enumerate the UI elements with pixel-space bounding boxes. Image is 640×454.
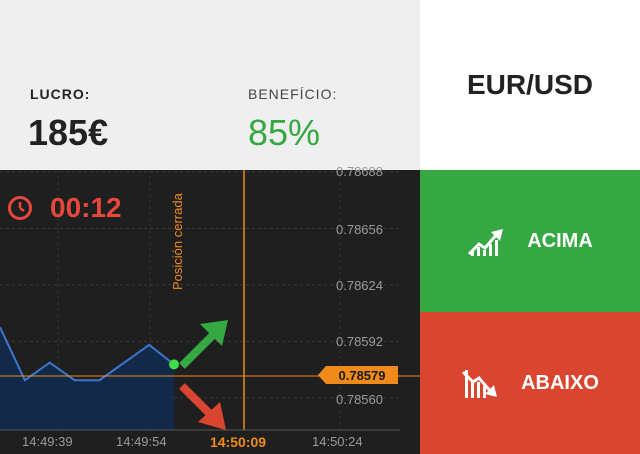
down-arrow: [179, 383, 226, 430]
clock-icon: [8, 196, 32, 220]
position-closed-label: Posición cerrada: [170, 193, 185, 290]
trend-down-icon: [462, 370, 498, 398]
up-arrow: [179, 320, 228, 369]
call-button-label: ACIMA: [527, 229, 593, 252]
asset-pair: EUR/USD: [420, 0, 640, 170]
profit-value: 185€: [28, 112, 109, 153]
trend-up-icon: [468, 229, 504, 256]
put-button[interactable]: ABAIXO: [420, 312, 640, 454]
countdown-value: 00:12: [50, 192, 122, 223]
x-tick: 14:49:39: [22, 434, 73, 449]
y-tick: 0.78560: [336, 392, 383, 407]
x-tick: 14:49:54: [116, 434, 167, 449]
y-tick: 0.78624: [336, 278, 383, 293]
price-chart: 00:12 0.78688 0.78656 0.78624 0.78592 0.…: [0, 164, 420, 454]
benefit-label: BENEFÍCIO:: [248, 86, 338, 102]
x-tick-highlight: 14:50:09: [210, 434, 267, 450]
y-tick: 0.78688: [336, 164, 383, 179]
countdown-timer: 00:12: [6, 192, 122, 224]
current-point: [169, 359, 179, 370]
current-price-tag: 0.78579: [318, 366, 398, 384]
y-tick: 0.78656: [336, 222, 383, 237]
x-tick: 14:50:24: [312, 434, 363, 449]
stats-panel: LUCRO: 185€ BENEFÍCIO: 85%: [0, 0, 420, 170]
call-button[interactable]: ACIMA: [420, 170, 640, 312]
y-tick: 0.78592: [336, 334, 383, 349]
benefit-value: 85%: [248, 112, 321, 153]
put-button-label: ABAIXO: [521, 371, 599, 394]
profit-label: LUCRO:: [30, 86, 91, 102]
